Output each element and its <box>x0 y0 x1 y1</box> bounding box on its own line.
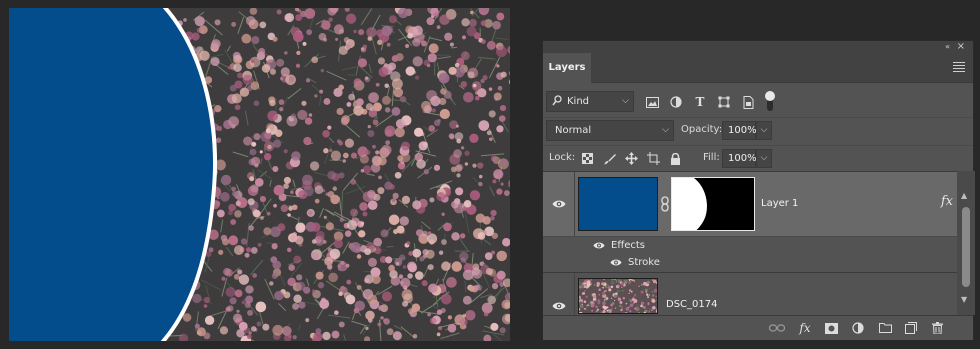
link-layers-icon[interactable] <box>769 321 785 335</box>
filter-toggle-switch[interactable] <box>765 91 775 111</box>
delete-icon[interactable] <box>929 321 945 335</box>
fill-chevron-icon[interactable]: ⌵ <box>756 149 772 168</box>
effects-label: Effects <box>611 240 645 251</box>
new-group-icon[interactable] <box>877 321 893 335</box>
chevron-down-icon: ⌵ <box>622 96 629 106</box>
panel-title-bar[interactable]: « × <box>543 41 973 53</box>
lock-row: Lock: Fill: 100% ⌵ <box>543 145 973 169</box>
opacity-label: Opacity: <box>681 124 723 135</box>
chevron-down-icon: ⌵ <box>662 125 669 135</box>
smart-object-filter-icon[interactable] <box>741 95 755 109</box>
blend-mode-value: Normal <box>555 125 592 136</box>
layer-shape-fill <box>9 8 214 341</box>
chain-link-icon[interactable] <box>660 196 670 212</box>
fill-field[interactable]: 100% <box>722 149 757 168</box>
eye-icon[interactable] <box>593 241 605 250</box>
canvas-area[interactable] <box>0 0 536 349</box>
fill-label: Fill: <box>703 152 720 163</box>
search-icon <box>552 95 562 106</box>
layer-thumbnail[interactable] <box>578 177 658 231</box>
scroll-up-icon[interactable]: ▲ <box>961 191 967 200</box>
panel-tab-bar: Layers <box>543 53 973 83</box>
stroke-label: Stroke <box>628 257 660 268</box>
layer-row-dsc-0174[interactable]: DSC_0174 <box>543 272 957 315</box>
layers-bottom-bar: fx <box>543 315 973 340</box>
eye-icon[interactable] <box>610 258 622 267</box>
panel-menu-icon[interactable] <box>953 62 965 72</box>
opacity-chevron-icon[interactable]: ⌵ <box>756 121 772 140</box>
add-mask-icon[interactable] <box>823 321 839 335</box>
scroll-down-icon[interactable]: ▼ <box>961 295 967 304</box>
lock-label: Lock: <box>549 152 576 163</box>
lock-transparent-pixels-icon[interactable] <box>581 152 594 165</box>
opacity-field[interactable]: 100% <box>722 121 757 140</box>
fx-badge-icon[interactable]: fx <box>941 194 953 209</box>
layers-list: Layer 1 fx Effects Stroke DSC_0174 <box>543 171 957 315</box>
visibility-column[interactable] <box>543 273 575 315</box>
visibility-column[interactable] <box>543 172 575 236</box>
new-layer-icon[interactable] <box>903 321 919 335</box>
blend-row: Normal ⌵ Opacity: 100% ⌵ <box>543 117 973 141</box>
document-image[interactable] <box>9 8 510 341</box>
document-canvas <box>9 8 510 341</box>
scroll-thumb[interactable] <box>962 207 970 287</box>
eye-icon[interactable] <box>552 199 566 209</box>
collapse-panel-icon[interactable]: « <box>945 41 950 53</box>
image-filter-icon[interactable] <box>645 95 659 109</box>
layers-panel: « × Layers Kind ⌵ T Normal ⌵ Opacity: 10… <box>542 40 975 340</box>
layer-thumbnail[interactable] <box>578 278 658 314</box>
layers-scrollbar[interactable]: ▲ ▼ <box>957 171 975 315</box>
adjustment-filter-icon[interactable] <box>669 95 683 109</box>
layer-name[interactable]: DSC_0174 <box>666 299 717 310</box>
lock-image-pixels-icon[interactable] <box>603 152 616 165</box>
lock-artboard-icon[interactable] <box>647 152 660 165</box>
add-style-icon[interactable]: fx <box>797 321 813 335</box>
text-filter-icon[interactable]: T <box>693 95 707 109</box>
adjustment-layer-icon[interactable] <box>850 321 866 335</box>
layer-row-layer-1[interactable]: Layer 1 fx <box>543 172 957 236</box>
filter-kind-label: Kind <box>567 96 590 107</box>
shape-filter-icon[interactable] <box>717 95 731 109</box>
filter-row: Kind ⌵ T <box>543 89 973 113</box>
blend-mode-dropdown[interactable]: Normal ⌵ <box>546 120 674 141</box>
eye-icon[interactable] <box>552 301 566 311</box>
stroke-effect-row[interactable]: Stroke <box>543 254 957 272</box>
close-panel-icon[interactable]: × <box>957 41 965 53</box>
lock-all-icon[interactable] <box>669 152 682 165</box>
tab-layers[interactable]: Layers <box>543 53 591 83</box>
lock-position-icon[interactable] <box>625 152 638 165</box>
effects-row[interactable]: Effects <box>543 236 957 254</box>
layer-name[interactable]: Layer 1 <box>761 198 798 209</box>
filter-kind-dropdown[interactable]: Kind ⌵ <box>546 91 634 112</box>
layer-mask-thumbnail[interactable] <box>671 177 755 231</box>
